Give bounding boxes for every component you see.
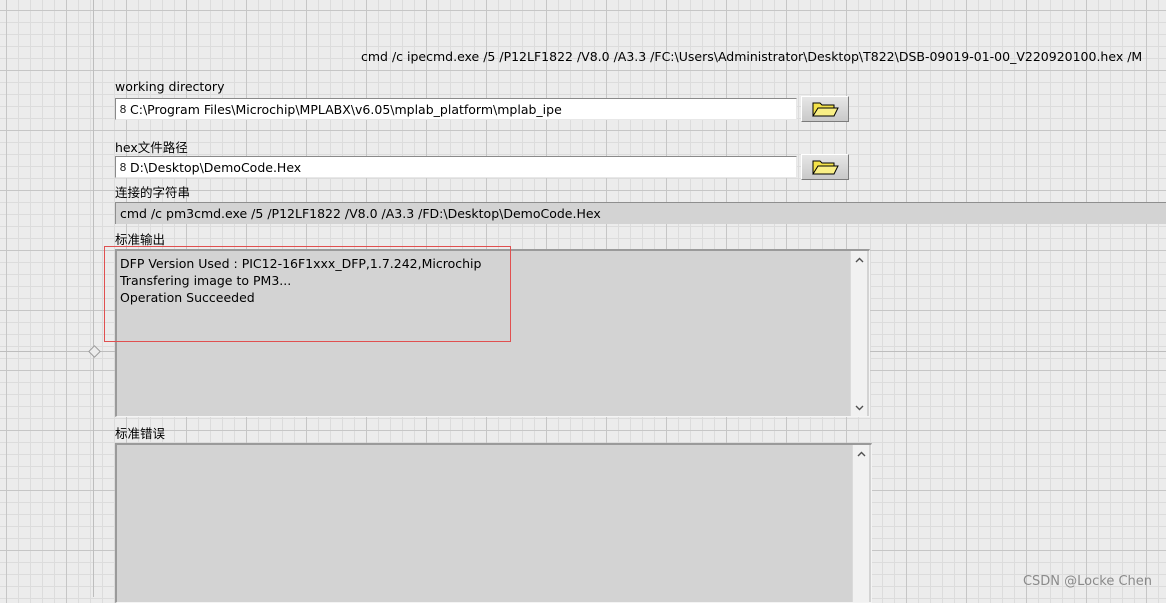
working-directory-label: working directory <box>115 79 225 94</box>
stderr-scrollbar[interactable] <box>852 445 869 602</box>
stdout-label: 标准输出 <box>115 232 166 247</box>
alignment-guide-vertical <box>93 0 94 597</box>
alignment-handle[interactable] <box>88 345 101 358</box>
hex-path-label: hex文件路径 <box>115 140 188 155</box>
chevron-up-icon[interactable] <box>853 445 869 462</box>
hex-path-control[interactable]: 8 D:\Desktop\DemoCode.Hex <box>115 156 797 178</box>
concatenated-string-indicator: cmd /c pm3cmd.exe /5 /P12LF1822 /V8.0 /A… <box>115 202 1166 224</box>
command-output-indicator: cmd /c ipecmd.exe /5 /P12LF1822 /V8.0 /A… <box>361 49 1143 64</box>
stdout-content: DFP Version Used : PIC12-16F1xxx_DFP,1.7… <box>117 251 869 306</box>
stdout-text-area[interactable]: DFP Version Used : PIC12-16F1xxx_DFP,1.7… <box>115 249 870 417</box>
watermark-text: CSDN @Locke Chen <box>1022 574 1152 589</box>
hex-path-browse-button[interactable] <box>801 154 849 180</box>
stderr-label: 标准错误 <box>115 426 166 441</box>
chevron-up-icon[interactable] <box>851 251 867 268</box>
stderr-text-area[interactable] <box>115 443 872 603</box>
concatenated-string-label: 连接的字符串 <box>115 185 191 200</box>
working-directory-value: C:\Program Files\Microchip\MPLABX\v6.05\… <box>130 101 562 117</box>
path-type-icon: 8 <box>119 160 127 174</box>
stdout-line: Operation Succeeded <box>120 290 255 305</box>
folder-open-icon <box>812 102 839 117</box>
stdout-scrollbar[interactable] <box>850 251 867 416</box>
stdout-line: DFP Version Used : PIC12-16F1xxx_DFP,1.7… <box>120 256 482 271</box>
chevron-down-icon[interactable] <box>851 399 867 416</box>
path-type-icon: 8 <box>119 102 127 116</box>
working-directory-path-control[interactable]: 8 C:\Program Files\Microchip\MPLABX\v6.0… <box>115 98 797 120</box>
hex-path-value: D:\Desktop\DemoCode.Hex <box>130 159 302 175</box>
concatenated-string-value: cmd /c pm3cmd.exe /5 /P12LF1822 /V8.0 /A… <box>120 206 601 221</box>
working-directory-browse-button[interactable] <box>801 96 849 122</box>
stdout-line: Transfering image to PM3... <box>120 273 292 288</box>
folder-open-icon <box>812 160 839 175</box>
